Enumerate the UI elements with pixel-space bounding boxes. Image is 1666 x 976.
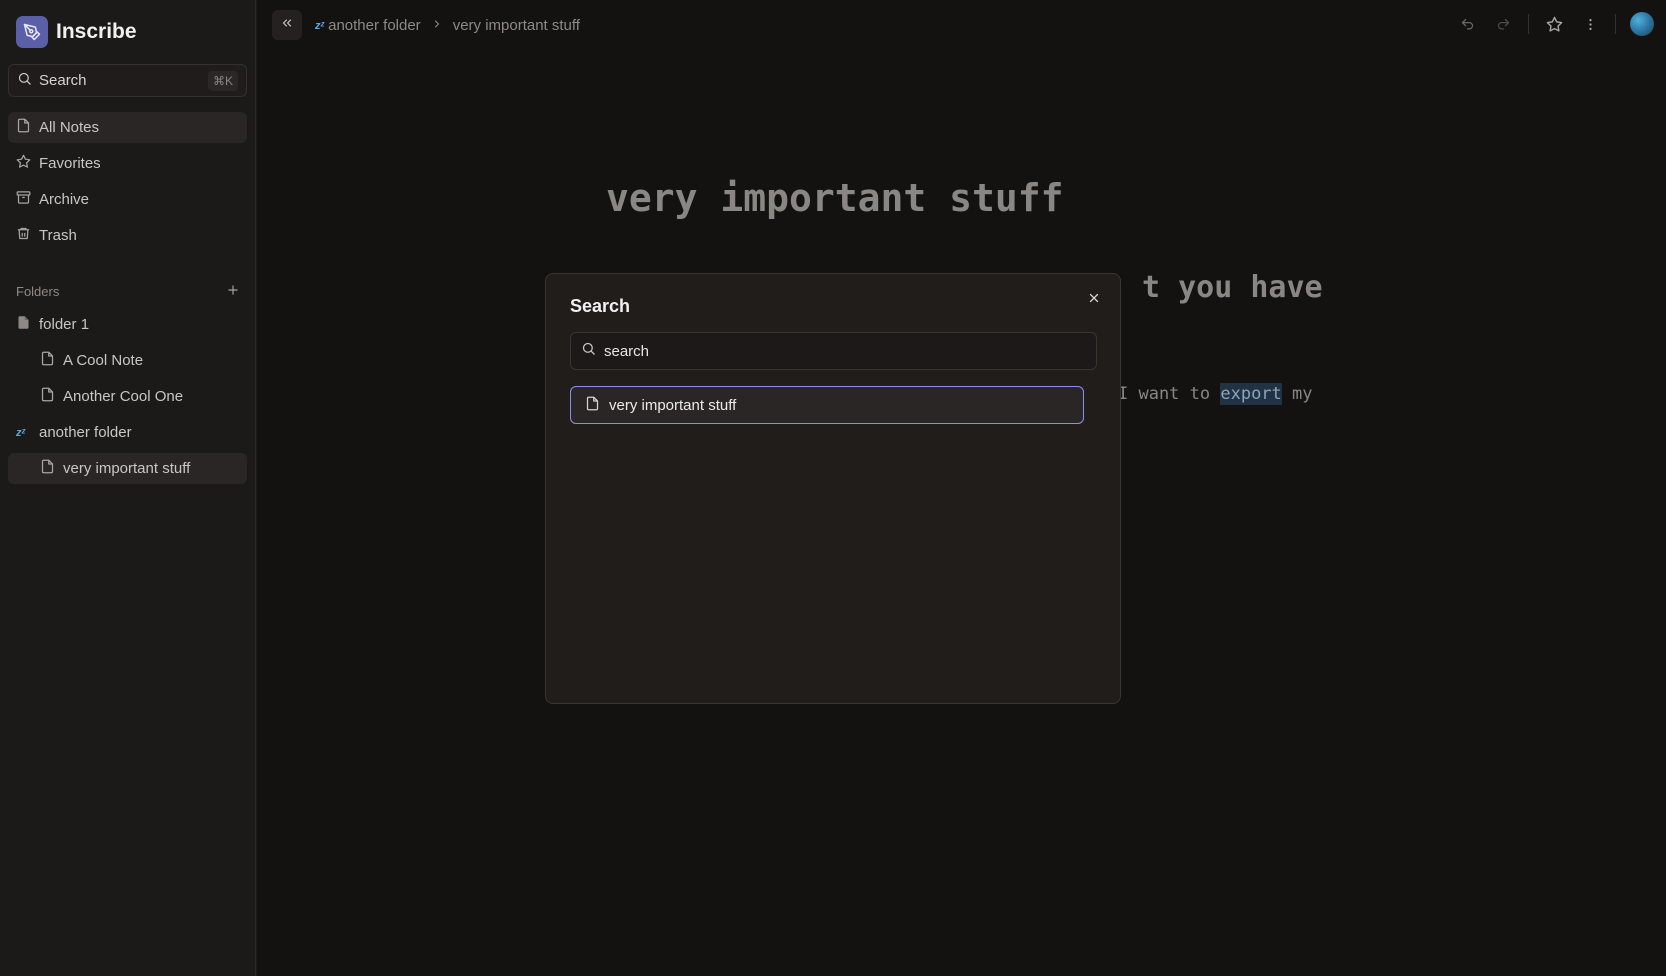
paragraph-text: my [1281, 384, 1313, 404]
zzz-emoji-icon: zᶻ [16, 426, 26, 439]
star-icon[interactable] [1543, 13, 1565, 35]
avatar[interactable] [1630, 12, 1654, 36]
collapse-sidebar-button[interactable] [272, 10, 302, 40]
pen-nib-logo-icon [16, 16, 48, 48]
document-paragraph-fragment[interactable]: I want to export my [1118, 383, 1313, 405]
folder-item-folder-1[interactable]: folder 1 [8, 309, 247, 340]
chevrons-left-icon [280, 16, 294, 35]
document-heading-fragment[interactable]: t you have [1142, 270, 1323, 305]
brand[interactable]: Inscribe [16, 16, 137, 48]
search-input[interactable] [604, 342, 1084, 360]
sidebar-item-favorites[interactable]: Favorites [8, 148, 247, 179]
folder-label: folder 1 [39, 316, 90, 333]
search-icon [17, 71, 32, 91]
folders-header: Folders [16, 283, 240, 300]
search-input-wrapper [570, 332, 1097, 370]
breadcrumb-folder[interactable]: zᶻ another folder [315, 17, 421, 34]
sidebar: Inscribe Search ⌘K All Notes Favorites A… [0, 0, 256, 976]
sidebar-search-label: Search [39, 72, 87, 89]
note-label: A Cool Note [63, 352, 144, 369]
folder-tree: folder 1 A Cool Note Another Cool One zᶻ… [8, 309, 247, 489]
breadcrumb-folder-label: another folder [328, 17, 421, 34]
filled-file-icon [16, 315, 31, 334]
redo-icon[interactable] [1492, 13, 1514, 35]
note-item-a-cool-note[interactable]: A Cool Note [8, 345, 247, 376]
file-icon [585, 396, 600, 415]
folder-item-another-folder[interactable]: zᶻ another folder [8, 417, 247, 448]
breadcrumb-page[interactable]: very important stuff [453, 17, 580, 34]
breadcrumb: zᶻ another folder very important stuff [315, 17, 580, 34]
highlighted-word: export [1220, 383, 1282, 405]
app-name: Inscribe [56, 20, 137, 43]
folder-label: another folder [39, 424, 132, 441]
toolbar-divider [1528, 14, 1529, 34]
top-bar: zᶻ another folder very important stuff [257, 0, 1666, 52]
note-label: Another Cool One [63, 388, 184, 405]
document-title[interactable]: very important stuff [606, 176, 1064, 220]
sidebar-item-label: All Notes [39, 119, 100, 136]
sidebar-item-all-notes[interactable]: All Notes [8, 112, 247, 143]
note-label: very important stuff [63, 460, 191, 477]
top-actions [1456, 12, 1654, 36]
folders-label: Folders [16, 284, 60, 299]
file-icon [40, 387, 55, 406]
note-item-very-important-stuff[interactable]: very important stuff [8, 453, 247, 484]
note-item-another-cool-one[interactable]: Another Cool One [8, 381, 247, 412]
file-icon [40, 351, 55, 370]
more-vertical-icon[interactable] [1579, 13, 1601, 35]
sidebar-nav: All Notes Favorites Archive Trash [8, 112, 247, 256]
archive-icon [16, 190, 31, 209]
sidebar-item-label: Archive [39, 191, 90, 208]
star-icon [16, 154, 31, 173]
search-modal: Search very important stuff [545, 273, 1121, 704]
toolbar-divider [1615, 14, 1616, 34]
zzz-emoji-icon: zᶻ [315, 19, 325, 32]
add-folder-plus-icon[interactable] [226, 283, 240, 300]
sidebar-item-label: Favorites [39, 155, 101, 172]
search-result-item[interactable]: very important stuff [570, 386, 1084, 424]
paragraph-text: I want to [1118, 384, 1221, 404]
search-shortcut-badge: ⌘K [207, 70, 238, 91]
file-icon [16, 118, 31, 137]
close-button[interactable] [1082, 288, 1106, 312]
search-icon [581, 341, 596, 361]
search-modal-title: Search [570, 296, 631, 316]
chevron-right-icon [431, 17, 443, 34]
close-icon [1087, 291, 1101, 310]
sidebar-item-trash[interactable]: Trash [8, 220, 247, 251]
trash-icon [16, 226, 31, 245]
undo-icon[interactable] [1456, 13, 1478, 35]
search-result-label: very important stuff [609, 396, 737, 414]
sidebar-item-label: Trash [39, 227, 77, 244]
file-icon [40, 459, 55, 478]
sidebar-item-archive[interactable]: Archive [8, 184, 247, 215]
sidebar-search-button[interactable]: Search ⌘K [8, 64, 247, 97]
